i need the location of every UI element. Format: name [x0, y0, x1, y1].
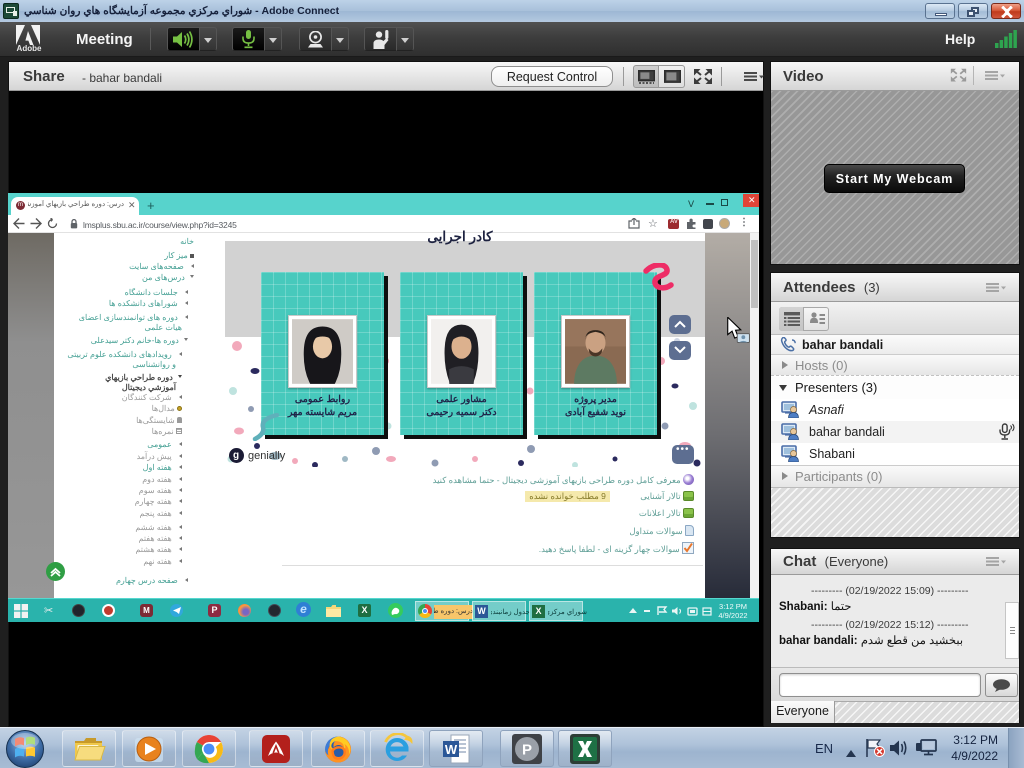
- svg-text:P: P: [522, 741, 532, 758]
- svg-text:W: W: [445, 742, 458, 757]
